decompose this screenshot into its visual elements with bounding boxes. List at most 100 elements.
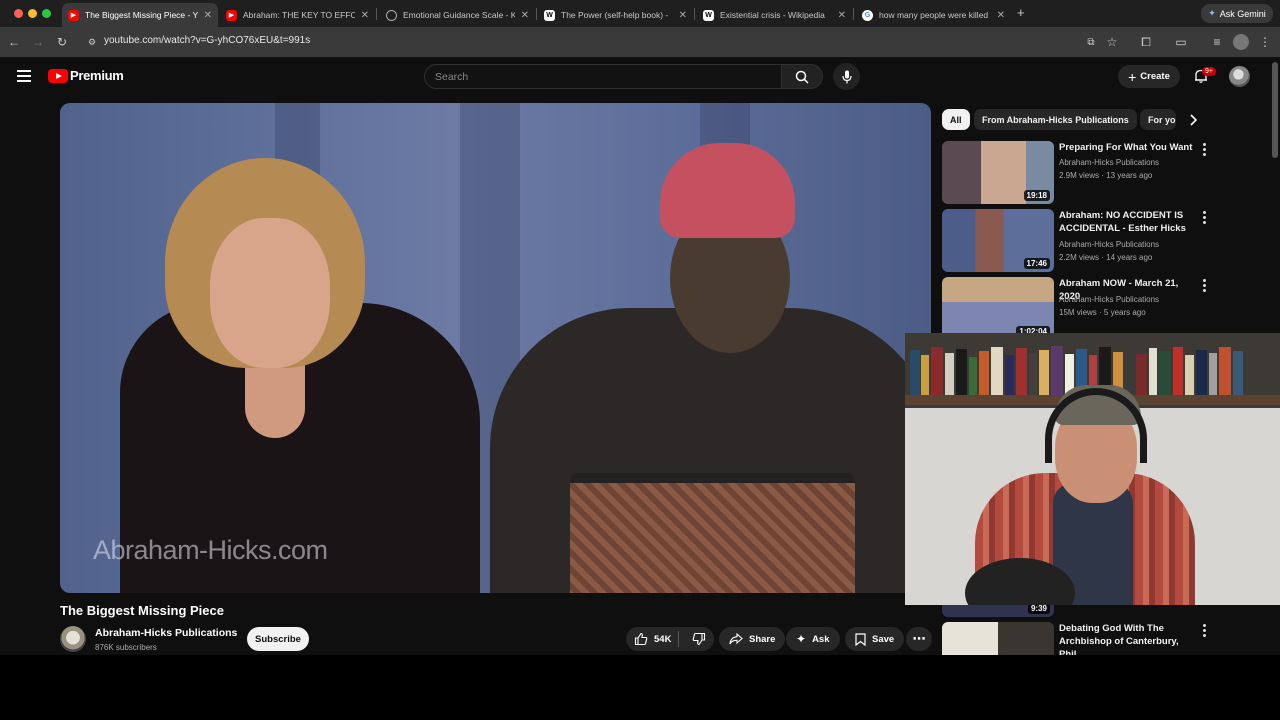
- site-settings-icon[interactable]: ⚙: [84, 34, 100, 50]
- tab-title: how many people were killed: [879, 10, 989, 20]
- ask-gemini-label: Ask Gemini: [1219, 8, 1266, 19]
- guide-menu-icon[interactable]: [17, 70, 31, 82]
- maximize-window-button[interactable]: [42, 9, 51, 18]
- close-tab-icon[interactable]: ✕: [204, 10, 212, 21]
- recommendation-meta: 2.2M views · 14 years ago: [1059, 253, 1153, 262]
- bookmark-star-icon[interactable]: ☆: [1104, 34, 1120, 50]
- browser-tab-strip: ▶ The Biggest Missing Piece - Y ✕ ▶ Abra…: [0, 0, 1280, 27]
- account-avatar[interactable]: [1229, 66, 1250, 87]
- browser-tab[interactable]: W The Power (self-help book) - ✕: [538, 3, 693, 27]
- create-label: Create: [1140, 71, 1170, 82]
- extensions-icon[interactable]: ⧠: [1138, 34, 1154, 50]
- browser-tab[interactable]: Emotional Guidance Scale - K ✕: [380, 3, 535, 27]
- page-scrollbar[interactable]: [1272, 62, 1278, 158]
- thumbs-up-icon: [634, 632, 648, 646]
- microphone-icon: [841, 70, 852, 83]
- search-button[interactable]: [781, 64, 823, 89]
- new-tab-button[interactable]: +: [1017, 5, 1025, 20]
- like-dislike-group: 54K: [626, 627, 714, 651]
- plus-icon: +: [1128, 68, 1137, 85]
- recommendation-title[interactable]: Preparing For What You Want: [1059, 141, 1199, 154]
- close-tab-icon[interactable]: ✕: [521, 10, 529, 21]
- video-thumbnail[interactable]: 17:46: [942, 209, 1054, 272]
- ask-label: Ask: [812, 633, 830, 645]
- screen: ▶ The Biggest Missing Piece - Y ✕ ▶ Abra…: [0, 0, 1280, 655]
- tab-divider: [853, 8, 854, 20]
- recommendation-title[interactable]: Abraham: NO ACCIDENT IS ACCIDENTAL - Est…: [1059, 209, 1199, 235]
- webcam-overlay: [905, 333, 1280, 605]
- install-app-icon[interactable]: ⧉: [1083, 34, 1099, 50]
- channel-avatar[interactable]: [60, 626, 86, 652]
- video-thumbnail[interactable]: 19:18: [942, 141, 1054, 204]
- back-arrow-icon[interactable]: ←: [6, 34, 22, 50]
- reading-mode-icon[interactable]: ▭: [1173, 34, 1189, 50]
- media-controls-icon[interactable]: ≡: [1209, 34, 1225, 50]
- dislike-button[interactable]: [685, 632, 714, 646]
- recommendation-channel: Abraham-Hicks Publications: [1059, 295, 1160, 304]
- thumbs-down-icon: [693, 632, 706, 646]
- close-window-button[interactable]: [14, 9, 23, 18]
- forward-arrow-icon[interactable]: →: [30, 34, 46, 50]
- browser-tab[interactable]: W Existential crisis - Wikipedia ✕: [697, 3, 852, 27]
- chevron-right-icon[interactable]: [1184, 111, 1202, 129]
- chip-from-channel[interactable]: From Abraham-Hicks Publications: [974, 109, 1137, 130]
- video-thumbnail[interactable]: 1:02:04: [942, 277, 1054, 340]
- close-tab-icon[interactable]: ✕: [997, 10, 1005, 21]
- close-tab-icon[interactable]: ✕: [361, 10, 369, 21]
- subscriber-count: 876K subscribers: [95, 643, 157, 652]
- share-label: Share: [749, 633, 776, 645]
- voice-search-button[interactable]: [833, 63, 860, 90]
- ask-button[interactable]: ✦ Ask: [786, 627, 840, 651]
- sparkle-icon: ✦: [796, 632, 807, 646]
- create-button[interactable]: + Create: [1118, 65, 1180, 88]
- duration-badge: 17:46: [1023, 258, 1050, 269]
- close-tab-icon[interactable]: ✕: [679, 10, 687, 21]
- more-horizontal-icon: ⋯: [912, 631, 926, 646]
- browser-tab[interactable]: ▶ Abraham: THE KEY TO EFFO ✕: [220, 3, 375, 27]
- browser-tab[interactable]: ▶ The Biggest Missing Piece - Y ✕: [62, 3, 218, 27]
- ask-gemini-button[interactable]: ✦ Ask Gemini: [1201, 4, 1273, 23]
- tab-title: Existential crisis - Wikipedia: [720, 10, 825, 20]
- search-input[interactable]: Search: [424, 64, 782, 89]
- profile-avatar-icon[interactable]: [1233, 34, 1249, 50]
- like-button[interactable]: 54K: [626, 632, 672, 646]
- more-vertical-icon[interactable]: [1200, 279, 1208, 293]
- youtube-premium-logo[interactable]: Premium: [48, 68, 124, 83]
- speaker-woman-face: [210, 218, 330, 368]
- recommendation-title[interactable]: Debating God With The Archbishop of Cant…: [1059, 622, 1199, 655]
- share-button[interactable]: Share: [719, 627, 786, 651]
- browser-tab[interactable]: G how many people were killed ✕: [856, 3, 1011, 27]
- bookmark-icon: [855, 632, 866, 646]
- more-vertical-icon[interactable]: [1200, 211, 1208, 225]
- video-thumbnail[interactable]: [942, 622, 1054, 655]
- video-player[interactable]: Abraham-Hicks.com: [60, 103, 931, 593]
- close-tab-icon[interactable]: ✕: [838, 10, 846, 21]
- chip-all[interactable]: All: [942, 109, 970, 130]
- video-watermark: Abraham-Hicks.com: [93, 535, 328, 565]
- minimize-window-button[interactable]: [28, 9, 37, 18]
- reload-icon[interactable]: ↻: [54, 34, 70, 50]
- video-title: The Biggest Missing Piece: [60, 603, 224, 618]
- tab-title: The Power (self-help book) -: [561, 10, 669, 20]
- tab-divider: [376, 8, 377, 20]
- save-button[interactable]: Save: [845, 627, 905, 651]
- search-icon: [795, 70, 809, 84]
- more-vertical-icon[interactable]: [1200, 143, 1208, 157]
- recommendation-channel: Abraham-Hicks Publications: [1059, 158, 1160, 167]
- logo-text: Premium: [70, 68, 124, 83]
- youtube-icon: ▶: [226, 9, 237, 21]
- address-bar-url[interactable]: youtube.com/watch?v=G-yhCO76xEU&t=991s: [104, 35, 310, 46]
- chrome-menu-icon[interactable]: ⋮: [1257, 34, 1273, 50]
- more-vertical-icon[interactable]: [1200, 624, 1208, 638]
- gemini-sparkle-icon: ✦: [1208, 8, 1216, 18]
- channel-name[interactable]: Abraham-Hicks Publications: [95, 627, 237, 639]
- chip-for-you[interactable]: For yo: [1140, 109, 1176, 130]
- more-actions-button[interactable]: ⋯: [906, 627, 932, 651]
- recommendation-channel: Abraham-Hicks Publications: [1059, 240, 1160, 249]
- tab-title: Emotional Guidance Scale - K: [403, 10, 515, 20]
- youtube-icon: ▶: [68, 9, 79, 21]
- subscribe-button[interactable]: Subscribe: [247, 627, 309, 651]
- like-count: 54K: [654, 633, 672, 645]
- tab-divider: [694, 8, 695, 20]
- notifications-badge: 9+: [1202, 67, 1216, 76]
